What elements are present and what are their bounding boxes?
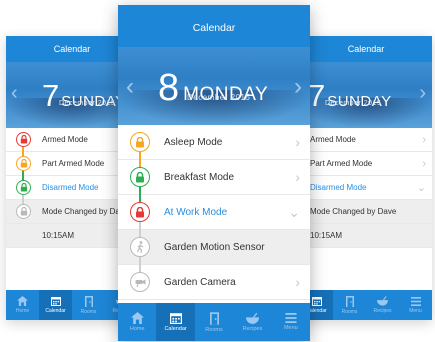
list-item[interactable]: Mode Changed by Dave [300,200,432,224]
padlock-icon [130,167,150,187]
day-number: 7 [42,78,60,113]
padlock-icon [130,202,150,222]
list-item-label: Mode Changed by Dave [42,207,129,216]
month-year: December 2015 [325,100,382,107]
prev-day-arrow-icon[interactable]: ‹ [126,75,134,99]
date-banner: ‹ 8 MONDAY December 2015 › [118,47,310,125]
date-banner: 7 SUNDAY December 2015 › [300,62,432,128]
home-icon [130,312,144,324]
list-item-label: Part Armed Mode [310,159,373,168]
center-phone-screen: Calendar ‹ 8 MONDAY December 2015 › Asle… [118,5,310,341]
chevron-right-icon: › [295,169,300,185]
tab-menu[interactable]: Menu [272,303,310,341]
tab-bar: Calendar Rooms Recipes Menu [300,290,432,320]
list-item[interactable]: At Work Mode ⌄ [118,195,310,230]
tab-home[interactable]: Home [6,290,39,320]
padlock-icon [130,132,150,152]
event-list: Asleep Mode › Breakfast Mode › At Work M… [118,125,310,300]
list-item: 10:15AM [300,224,432,248]
home-icon [17,296,28,306]
tab-home[interactable]: Home [118,303,156,341]
chevron-down-icon: ⌄ [288,203,300,220]
header-title: Calendar [300,36,432,62]
padlock-icon [16,156,31,171]
list-item-label: Garden Motion Sensor [164,241,265,253]
list-item[interactable]: Garden Camera › [118,265,310,300]
rooms-icon [345,295,354,307]
day-number: 8 [158,67,180,109]
event-list: Armed Mode › Part Armed Mode › Disarmed … [300,128,432,248]
chevron-right-icon: › [422,157,426,170]
list-item-label: Asleep Mode [164,136,223,148]
chevron-down-icon: ⌄ [416,182,426,194]
right-phone-screen: Calendar 7 SUNDAY December 2015 › Armed … [300,36,432,320]
camera-icon [130,272,150,292]
list-item-label: Disarmed Mode [42,183,99,192]
list-item-label: At Work Mode [164,206,228,218]
rooms-icon [84,295,93,307]
padlock-icon [16,180,31,195]
next-day-arrow-icon[interactable]: › [294,75,302,99]
tab-rooms[interactable]: Rooms [333,290,366,320]
walking-person-icon [130,237,150,257]
month-year: December 2015 [187,93,251,102]
recipes-icon [245,312,259,324]
list-item-label: Disarmed Mode [310,183,367,192]
list-item-label: Mode Changed by Dave [310,207,397,216]
day-number: 7 [308,78,326,113]
tab-recipes[interactable]: Recipes [233,303,271,341]
chevron-right-icon: › [422,133,426,146]
tab-calendar[interactable]: Calendar [39,290,72,320]
time-label: 10:15AM [310,231,343,240]
tab-rooms[interactable]: Rooms [195,303,233,341]
list-item-label: Garden Camera [164,276,236,288]
calendar-icon [169,313,182,324]
tab-bar: Home Calendar Rooms Recipes Menu [118,303,310,341]
list-item[interactable]: Garden Motion Sensor [118,230,310,265]
tab-menu[interactable]: Menu [399,290,432,320]
rooms-icon [209,311,219,325]
recipes-icon [377,296,388,306]
header-title: Calendar [118,5,310,47]
list-item[interactable]: Part Armed Mode › [300,152,432,176]
list-item[interactable]: Disarmed Mode ⌄ [300,176,432,200]
list-item-label: Armed Mode [310,135,356,144]
next-day-arrow-icon[interactable]: › [419,83,426,103]
chevron-right-icon: › [295,274,300,290]
tab-calendar[interactable]: Calendar [156,303,195,341]
padlock-icon [16,204,31,219]
tab-recipes[interactable]: Recipes [366,290,399,320]
list-item-label: Breakfast Mode [164,171,235,183]
tab-rooms[interactable]: Rooms [72,290,105,320]
list-item-label: Part Armed Mode [42,159,105,168]
menu-icon [285,313,297,323]
padlock-icon [16,132,31,147]
list-item-label: Armed Mode [42,135,88,144]
prev-day-arrow-icon[interactable]: ‹ [11,83,18,103]
list-item[interactable]: Asleep Mode › [118,125,310,160]
menu-icon [410,296,421,306]
chevron-right-icon: › [295,134,300,150]
list-item[interactable]: Armed Mode › [300,128,432,152]
calendar-icon [311,297,322,306]
calendar-icon [50,297,61,306]
month-year: December 2015 [59,100,116,107]
list-item[interactable]: Breakfast Mode › [118,160,310,195]
time-label: 10:15AM [42,231,75,240]
